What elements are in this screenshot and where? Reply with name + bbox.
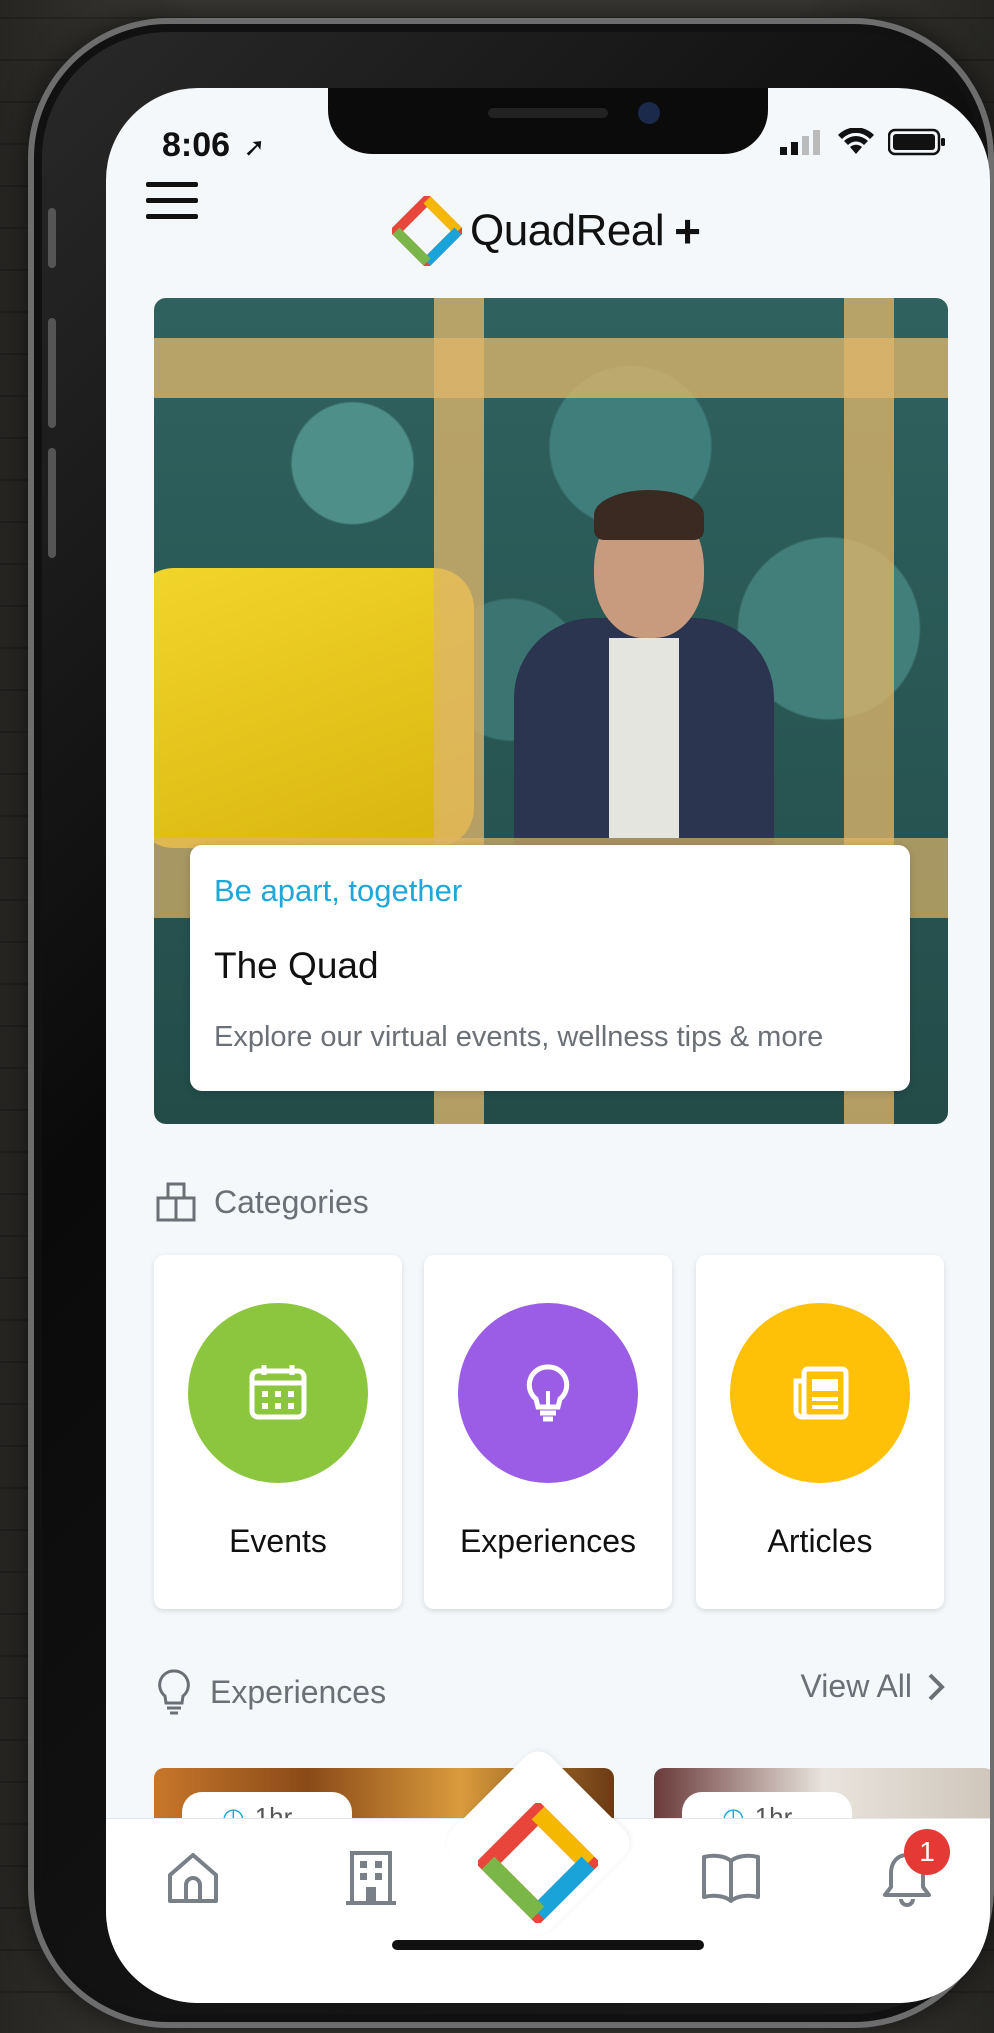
hero-description: Explore our virtual events, wellness tip… — [214, 1021, 824, 1053]
categories-heading: Categories — [154, 1180, 369, 1224]
tab-buildings[interactable] — [336, 1843, 406, 1913]
lightbulb-outline-icon — [158, 1669, 190, 1715]
home-indicator[interactable] — [392, 1940, 704, 1950]
quadreal-logo-icon — [392, 196, 462, 266]
experiences-heading: Experiences — [154, 1668, 386, 1716]
view-all-link[interactable]: View All — [801, 1668, 946, 1705]
category-card-experiences[interactable]: Experiences — [424, 1255, 672, 1609]
hero-frame-bar — [154, 338, 948, 398]
calendar-icon — [249, 1365, 307, 1420]
notch — [328, 88, 768, 154]
tab-home[interactable] — [158, 1843, 228, 1913]
building-icon — [346, 1851, 396, 1905]
category-label: Events — [229, 1523, 327, 1559]
status-time: 8:06 ➚ — [162, 126, 266, 164]
category-circle — [458, 1303, 638, 1483]
hero-card[interactable]: Be apart, together The Quad Explore our … — [190, 845, 910, 1091]
quadreal-logo-icon — [475, 1800, 601, 1926]
speaker — [488, 108, 608, 118]
app-screen: 8:06 ➚ QuadReal + Be apart, together The… — [106, 88, 990, 2003]
brand-name: QuadReal — [470, 206, 665, 255]
phone-frame: 8:06 ➚ QuadReal + Be apart, together The… — [28, 18, 994, 2028]
category-card-articles[interactable]: Articles — [696, 1255, 944, 1609]
tab-quadreal-home[interactable] — [475, 1800, 601, 1926]
mute-switch — [48, 208, 56, 268]
book-icon — [702, 1853, 760, 1903]
category-circle — [188, 1303, 368, 1483]
home-icon — [168, 1853, 218, 1903]
volume-up-button — [48, 318, 56, 428]
hero-kicker: Be apart, together — [214, 873, 463, 908]
categories-label: Categories — [214, 1183, 369, 1220]
notification-badge: 1 — [904, 1829, 950, 1875]
front-camera — [638, 102, 660, 124]
newspaper-icon — [793, 1366, 849, 1420]
battery-icon — [888, 128, 945, 156]
volume-down-button — [48, 448, 56, 558]
brand-plus: + — [674, 205, 702, 257]
wifi-icon — [838, 128, 874, 154]
location-arrow-icon: ➚ — [243, 132, 266, 162]
view-all-label: View All — [800, 1668, 912, 1704]
cellular-signal-icon — [780, 130, 820, 155]
status-icons — [780, 128, 946, 156]
lightbulb-icon — [526, 1364, 570, 1422]
bottom-tab-bar: 1 — [106, 1744, 990, 2003]
category-circle — [730, 1303, 910, 1483]
hamburger-menu-icon[interactable] — [146, 182, 198, 222]
hero-sofa — [154, 568, 474, 848]
category-label: Articles — [767, 1523, 873, 1559]
hero-person — [514, 490, 774, 858]
experiences-label: Experiences — [210, 1673, 387, 1710]
tab-library[interactable] — [696, 1843, 766, 1913]
brand-logo: QuadReal + — [392, 196, 701, 266]
category-card-events[interactable]: Events — [154, 1255, 402, 1609]
hero-title: The Quad — [214, 945, 379, 986]
chevron-right-icon — [928, 1673, 945, 1700]
categories-icon — [156, 1182, 196, 1222]
category-label: Experiences — [459, 1523, 637, 1559]
